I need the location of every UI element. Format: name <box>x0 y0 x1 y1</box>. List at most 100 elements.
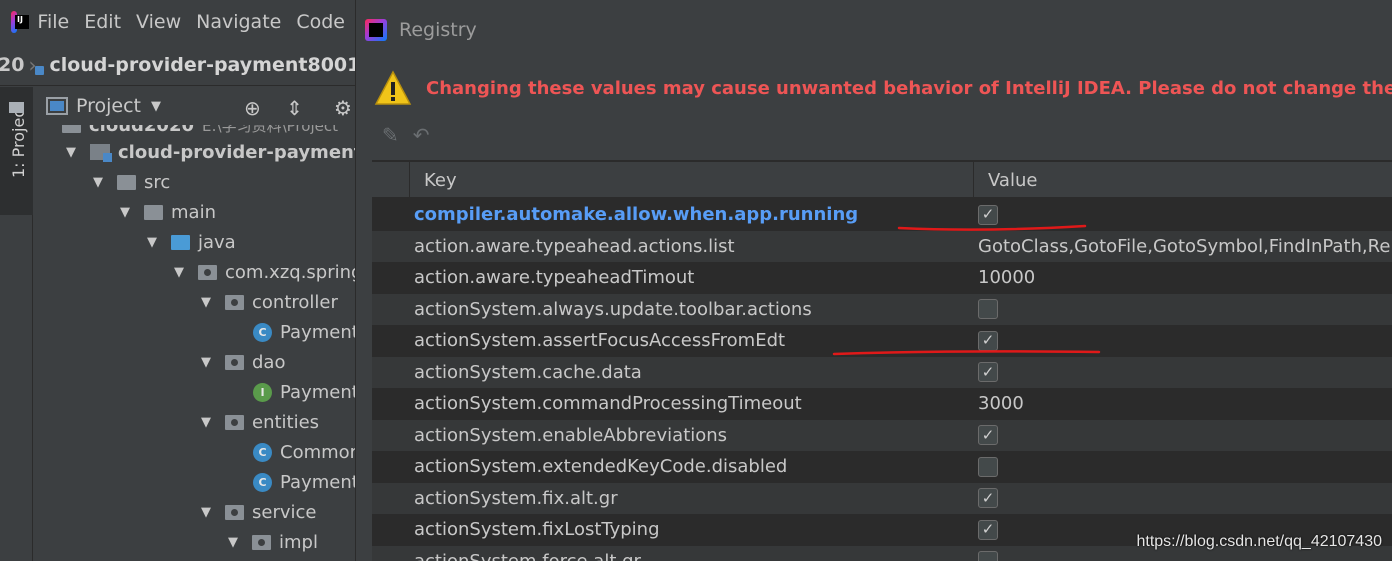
table-row[interactable]: actionSystem.commandProcessingTimeout 300… <box>372 388 1392 420</box>
registry-key: actionSystem.force.alt.gr <box>414 546 641 561</box>
expand-arrow-icon[interactable]: ▼ <box>66 145 78 160</box>
tree-item-label: Commor <box>280 441 358 463</box>
package-icon <box>252 534 271 550</box>
registry-value-cell: ✓ <box>978 199 998 231</box>
checkbox-unchecked[interactable] <box>978 551 998 561</box>
tree-item-controller-class[interactable]: C Payment <box>253 317 359 347</box>
checkmark-icon: ✓ <box>981 425 995 444</box>
menu-edit[interactable]: Edit <box>84 11 121 33</box>
checkbox-checked[interactable]: ✓ <box>978 519 998 540</box>
ide-window: IJ File Edit View Navigate Code 20 › clo… <box>0 0 360 561</box>
table-row[interactable]: action.aware.typeaheadTimout 10000 <box>372 262 1392 294</box>
table-row[interactable]: actionSystem.extendedKeyCode.disabled <box>372 451 1392 483</box>
expand-arrow-icon[interactable]: ▼ <box>147 235 159 250</box>
tree-item-main[interactable]: ▼ main <box>120 197 216 227</box>
tree-item-label: impl <box>279 531 318 553</box>
package-icon <box>225 294 244 310</box>
expand-arrow-icon[interactable]: ▼ <box>93 175 105 190</box>
expand-arrow-icon[interactable]: ▼ <box>174 265 186 280</box>
package-icon <box>225 504 244 520</box>
menu-file[interactable]: File <box>37 11 69 33</box>
registry-value-cell: ✓ <box>978 357 998 389</box>
registry-key: actionSystem.fixLostTyping <box>414 519 660 541</box>
edit-pencil-icon[interactable]: ✎ <box>382 123 399 147</box>
checkbox-checked[interactable]: ✓ <box>978 204 998 225</box>
menu-navigate[interactable]: Navigate <box>196 11 281 33</box>
table-row[interactable]: actionSystem.enableAbbreviations ✓ <box>372 419 1392 451</box>
expand-arrow-icon[interactable]: ▼ <box>201 355 213 370</box>
expand-arrow-icon[interactable]: ▼ <box>201 295 213 310</box>
tree-item-service[interactable]: ▼ service <box>201 497 316 527</box>
registry-toolbar: ✎ ↶ <box>382 120 430 150</box>
tree-item-entities[interactable]: ▼ entities <box>201 407 319 437</box>
breadcrumb-item-project[interactable]: 20 <box>0 54 24 76</box>
locate-target-icon[interactable]: ⊕ <box>244 96 261 120</box>
tree-item-label: Payment <box>280 321 359 343</box>
registry-value[interactable]: 3000 <box>978 388 1024 420</box>
module-icon <box>90 144 112 162</box>
project-view-icon <box>46 97 68 115</box>
project-view-selector[interactable]: Project <box>76 95 141 117</box>
tree-item-dao-interface[interactable]: I Payment <box>253 377 359 407</box>
checkbox-checked[interactable]: ✓ <box>978 425 998 446</box>
intellij-logo-icon: IJ <box>11 11 31 33</box>
warning-icon <box>374 70 412 105</box>
registry-key: action.aware.typeaheadTimout <box>414 267 695 289</box>
revert-icon[interactable]: ↶ <box>413 123 430 147</box>
registry-key: actionSystem.cache.data <box>414 361 642 383</box>
tree-item-package[interactable]: ▼ com.xzq.spring <box>174 257 360 287</box>
checkmark-icon: ✓ <box>981 362 995 381</box>
folder-icon <box>144 204 163 220</box>
menu-view[interactable]: View <box>136 11 181 33</box>
tree-item-controller[interactable]: ▼ controller <box>201 287 338 317</box>
registry-key: actionSystem.fix.alt.gr <box>414 487 618 509</box>
menu-code[interactable]: Code <box>296 11 345 33</box>
tree-item-src[interactable]: ▼ src <box>93 167 170 197</box>
tree-item-java[interactable]: ▼ java <box>147 227 236 257</box>
registry-value-cell <box>978 451 998 483</box>
table-row[interactable]: actionSystem.always.update.toolbar.actio… <box>372 293 1392 325</box>
folder-icon <box>117 174 136 190</box>
registry-value[interactable]: 10000 <box>978 262 1035 294</box>
table-row[interactable]: action.aware.typeahead.actions.list GotoC… <box>372 230 1392 263</box>
checkbox-checked[interactable]: ✓ <box>978 362 998 383</box>
checkbox-unchecked[interactable] <box>978 299 998 320</box>
tree-item-dao[interactable]: ▼ dao <box>201 347 285 377</box>
expand-arrow-icon[interactable]: ▼ <box>201 415 213 430</box>
tree-item-impl[interactable]: ▼ impl <box>228 527 318 557</box>
table-row[interactable]: compiler.automake.allow.when.app.running… <box>372 199 1392 231</box>
expand-arrow-icon[interactable]: ▼ <box>120 205 132 220</box>
interface-icon: I <box>253 382 272 402</box>
gear-icon[interactable]: ⚙ <box>334 96 352 120</box>
menu-bar: IJ File Edit View Navigate Code <box>0 0 360 44</box>
checkbox-checked[interactable]: ✓ <box>978 488 998 509</box>
class-icon: C <box>253 472 272 492</box>
checkbox-unchecked[interactable] <box>978 456 998 477</box>
tree-item-entities-class-2[interactable]: C Payment <box>253 467 359 497</box>
column-header-value[interactable]: Value <box>973 162 1392 198</box>
checkbox-checked[interactable]: ✓ <box>978 330 998 351</box>
project-tool-tab-label[interactable]: 1: Project <box>9 103 28 178</box>
tree-item-module[interactable]: ▼ cloud-provider-payment8 <box>66 137 360 167</box>
tree-item-label: cloud-provider-payment8 <box>118 141 360 163</box>
project-tree: cloud2020 E:\学习资料\Project ▼ cloud-provid… <box>34 125 360 561</box>
dialog-title-bar[interactable]: Registry <box>356 0 1392 60</box>
expand-arrow-icon[interactable]: ▼ <box>201 505 213 520</box>
tree-item-label: controller <box>252 291 338 313</box>
registry-value[interactable]: GotoClass,GotoFile,GotoSymbol,FindInPath… <box>978 231 1392 263</box>
tree-item-entities-class-1[interactable]: C Commor <box>253 437 357 467</box>
registry-key: action.aware.typeahead.actions.list <box>414 235 735 257</box>
expand-arrow-icon[interactable]: ▼ <box>228 535 240 550</box>
breadcrumb-item-module[interactable]: cloud-provider-payment8001 <box>49 54 360 76</box>
chevron-down-icon[interactable]: ▼ <box>151 99 161 114</box>
tree-item-label: com.xzq.spring <box>225 261 360 283</box>
table-row[interactable]: actionSystem.assertFocusAccessFromEdt ✓ <box>372 325 1392 357</box>
warning-text: Changing these values may cause unwanted… <box>426 77 1392 99</box>
column-header-key[interactable]: Key <box>409 162 973 198</box>
collapse-all-icon[interactable]: ⇕ <box>286 96 303 120</box>
registry-dialog: Registry Changing these values may cause… <box>355 0 1392 561</box>
table-row[interactable]: actionSystem.cache.data ✓ <box>372 356 1392 389</box>
table-row[interactable]: actionSystem.fix.alt.gr ✓ <box>372 482 1392 514</box>
package-icon <box>225 414 244 430</box>
tree-item-label: Payment <box>280 471 359 493</box>
